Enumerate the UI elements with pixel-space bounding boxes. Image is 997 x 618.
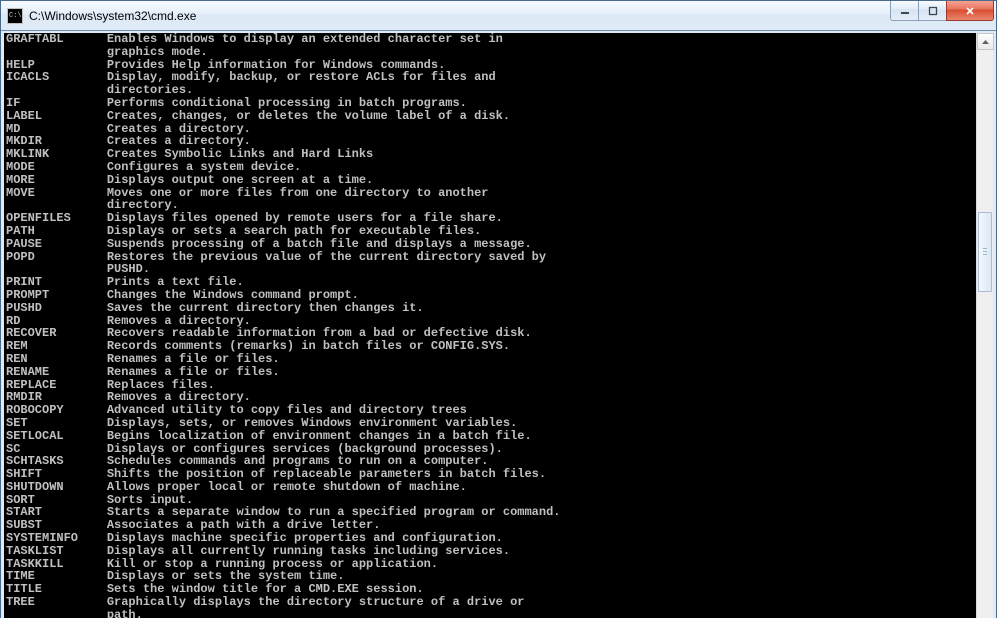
svg-text:C:\: C:\ <box>9 12 22 20</box>
console-line: REN Renames a file or files. <box>6 353 976 366</box>
console-output[interactable]: GRAFTABL Enables Windows to display an e… <box>4 33 976 618</box>
scroll-up-button[interactable] <box>977 33 994 50</box>
console-line: ROBOCOPY Advanced utility to copy files … <box>6 404 976 417</box>
console-line: IF Performs conditional processing in ba… <box>6 97 976 110</box>
console-line: SYSTEMINFO Displays machine specific pro… <box>6 532 976 545</box>
scroll-track[interactable] <box>977 50 993 618</box>
console-line: PUSHD Saves the current directory then c… <box>6 302 976 315</box>
window-buttons <box>891 1 994 21</box>
console-line: LABEL Creates, changes, or deletes the v… <box>6 110 976 123</box>
console-line: PATH Displays or sets a search path for … <box>6 225 976 238</box>
vertical-scrollbar[interactable] <box>976 33 993 618</box>
titlebar[interactable]: C:\ C:\Windows\system32\cmd.exe <box>1 1 996 31</box>
console-line: SETLOCAL Begins localization of environm… <box>6 430 976 443</box>
console-line: TASKLIST Displays all currently running … <box>6 545 976 558</box>
console-line: path. <box>6 609 976 618</box>
window-frame: C:\ C:\Windows\system32\cmd.exe GRAFTABL… <box>0 0 997 618</box>
console-line: MODE Configures a system device. <box>6 161 976 174</box>
console-line: PROMPT Changes the Windows command promp… <box>6 289 976 302</box>
console-line: RENAME Renames a file or files. <box>6 366 976 379</box>
console-line: SET Displays, sets, or removes Windows e… <box>6 417 976 430</box>
console-line: SHUTDOWN Allows proper local or remote s… <box>6 481 976 494</box>
close-button[interactable] <box>946 1 994 21</box>
console-line: MORE Displays output one screen at a tim… <box>6 174 976 187</box>
cmd-icon: C:\ <box>7 8 23 24</box>
scroll-thumb[interactable] <box>978 212 992 292</box>
maximize-button[interactable] <box>918 1 947 21</box>
console-line: GRAFTABL Enables Windows to display an e… <box>6 33 976 46</box>
console-line: POPD Restores the previous value of the … <box>6 251 976 264</box>
console-line: PAUSE Suspends processing of a batch fil… <box>6 238 976 251</box>
window-title: C:\Windows\system32\cmd.exe <box>29 9 891 23</box>
minimize-button[interactable] <box>890 1 919 21</box>
console-line: REM Records comments (remarks) in batch … <box>6 340 976 353</box>
client-area: GRAFTABL Enables Windows to display an e… <box>1 31 996 618</box>
console-line: TREE Graphically displays the directory … <box>6 596 976 609</box>
console-line: SHIFT Shifts the position of replaceable… <box>6 468 976 481</box>
console-line: graphics mode. <box>6 46 976 59</box>
